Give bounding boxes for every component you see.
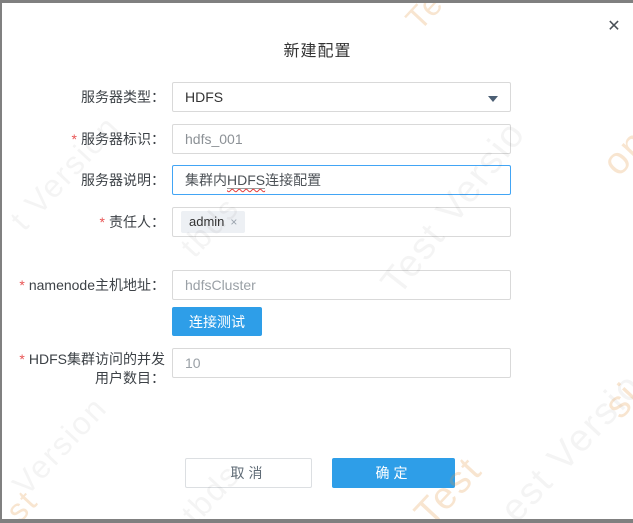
owner-input[interactable]: admin × [172, 207, 511, 237]
namenode-host-value: hdfsCluster [185, 277, 256, 293]
required-asterisk: * [19, 277, 25, 293]
watermark-text: st [2, 482, 45, 519]
field-label-server-id: * 服务器标识： [71, 131, 165, 147]
ok-button[interactable]: 确定 [332, 458, 455, 488]
server-type-value: HDFS [185, 89, 224, 105]
close-button[interactable]: ✕ [602, 15, 626, 39]
spellcheck-underline: HDFS [227, 172, 266, 189]
chevron-down-icon [488, 96, 498, 102]
watermark-text: si [596, 374, 633, 427]
owner-tag-label: admin [189, 214, 225, 229]
connect-test-button[interactable]: 连接测试 [172, 307, 262, 336]
field-label-concurrent-users: * HDFS集群访问的并发 用户数目： [19, 351, 165, 386]
new-config-dialog: ✕ 新建配置 服务器类型： HDFS * 服务器标识： hdfs_001 服务器说… [0, 0, 633, 523]
watermark-text: est Versio [492, 365, 633, 519]
dialog-title: 新建配置 [283, 43, 352, 60]
field-label-server-desc: 服务器说明： [81, 172, 165, 188]
watermark-layer: t Version Version tbds tbds Test Versio … [2, 3, 633, 519]
tag-remove-icon[interactable]: × [230, 208, 237, 236]
namenode-host-input[interactable]: hdfsCluster [172, 270, 511, 300]
field-label-server-type: 服务器类型： [81, 89, 165, 105]
required-asterisk: * [99, 214, 105, 230]
watermark-text: on [594, 121, 633, 184]
server-desc-value: 集群内HDFS连接配置 [185, 172, 322, 189]
server-desc-input[interactable]: 集群内HDFS连接配置 [172, 165, 511, 195]
server-id-value: hdfs_001 [185, 131, 243, 147]
concurrent-users-input[interactable]: 10 [172, 348, 511, 378]
close-icon: ✕ [607, 18, 621, 35]
required-asterisk: * [19, 351, 25, 367]
field-label-namenode: * namenode主机地址： [19, 277, 165, 293]
required-asterisk: * [71, 131, 77, 147]
server-id-input[interactable]: hdfs_001 [172, 124, 511, 154]
field-label-owner: * 责任人： [99, 214, 165, 230]
server-type-select[interactable]: HDFS [172, 82, 511, 112]
cancel-button[interactable]: 取消 [185, 458, 312, 488]
owner-tag: admin × [181, 208, 246, 236]
watermark-text: Version [5, 389, 114, 503]
concurrent-users-value: 10 [185, 355, 201, 371]
watermark-text: Te [398, 3, 451, 37]
